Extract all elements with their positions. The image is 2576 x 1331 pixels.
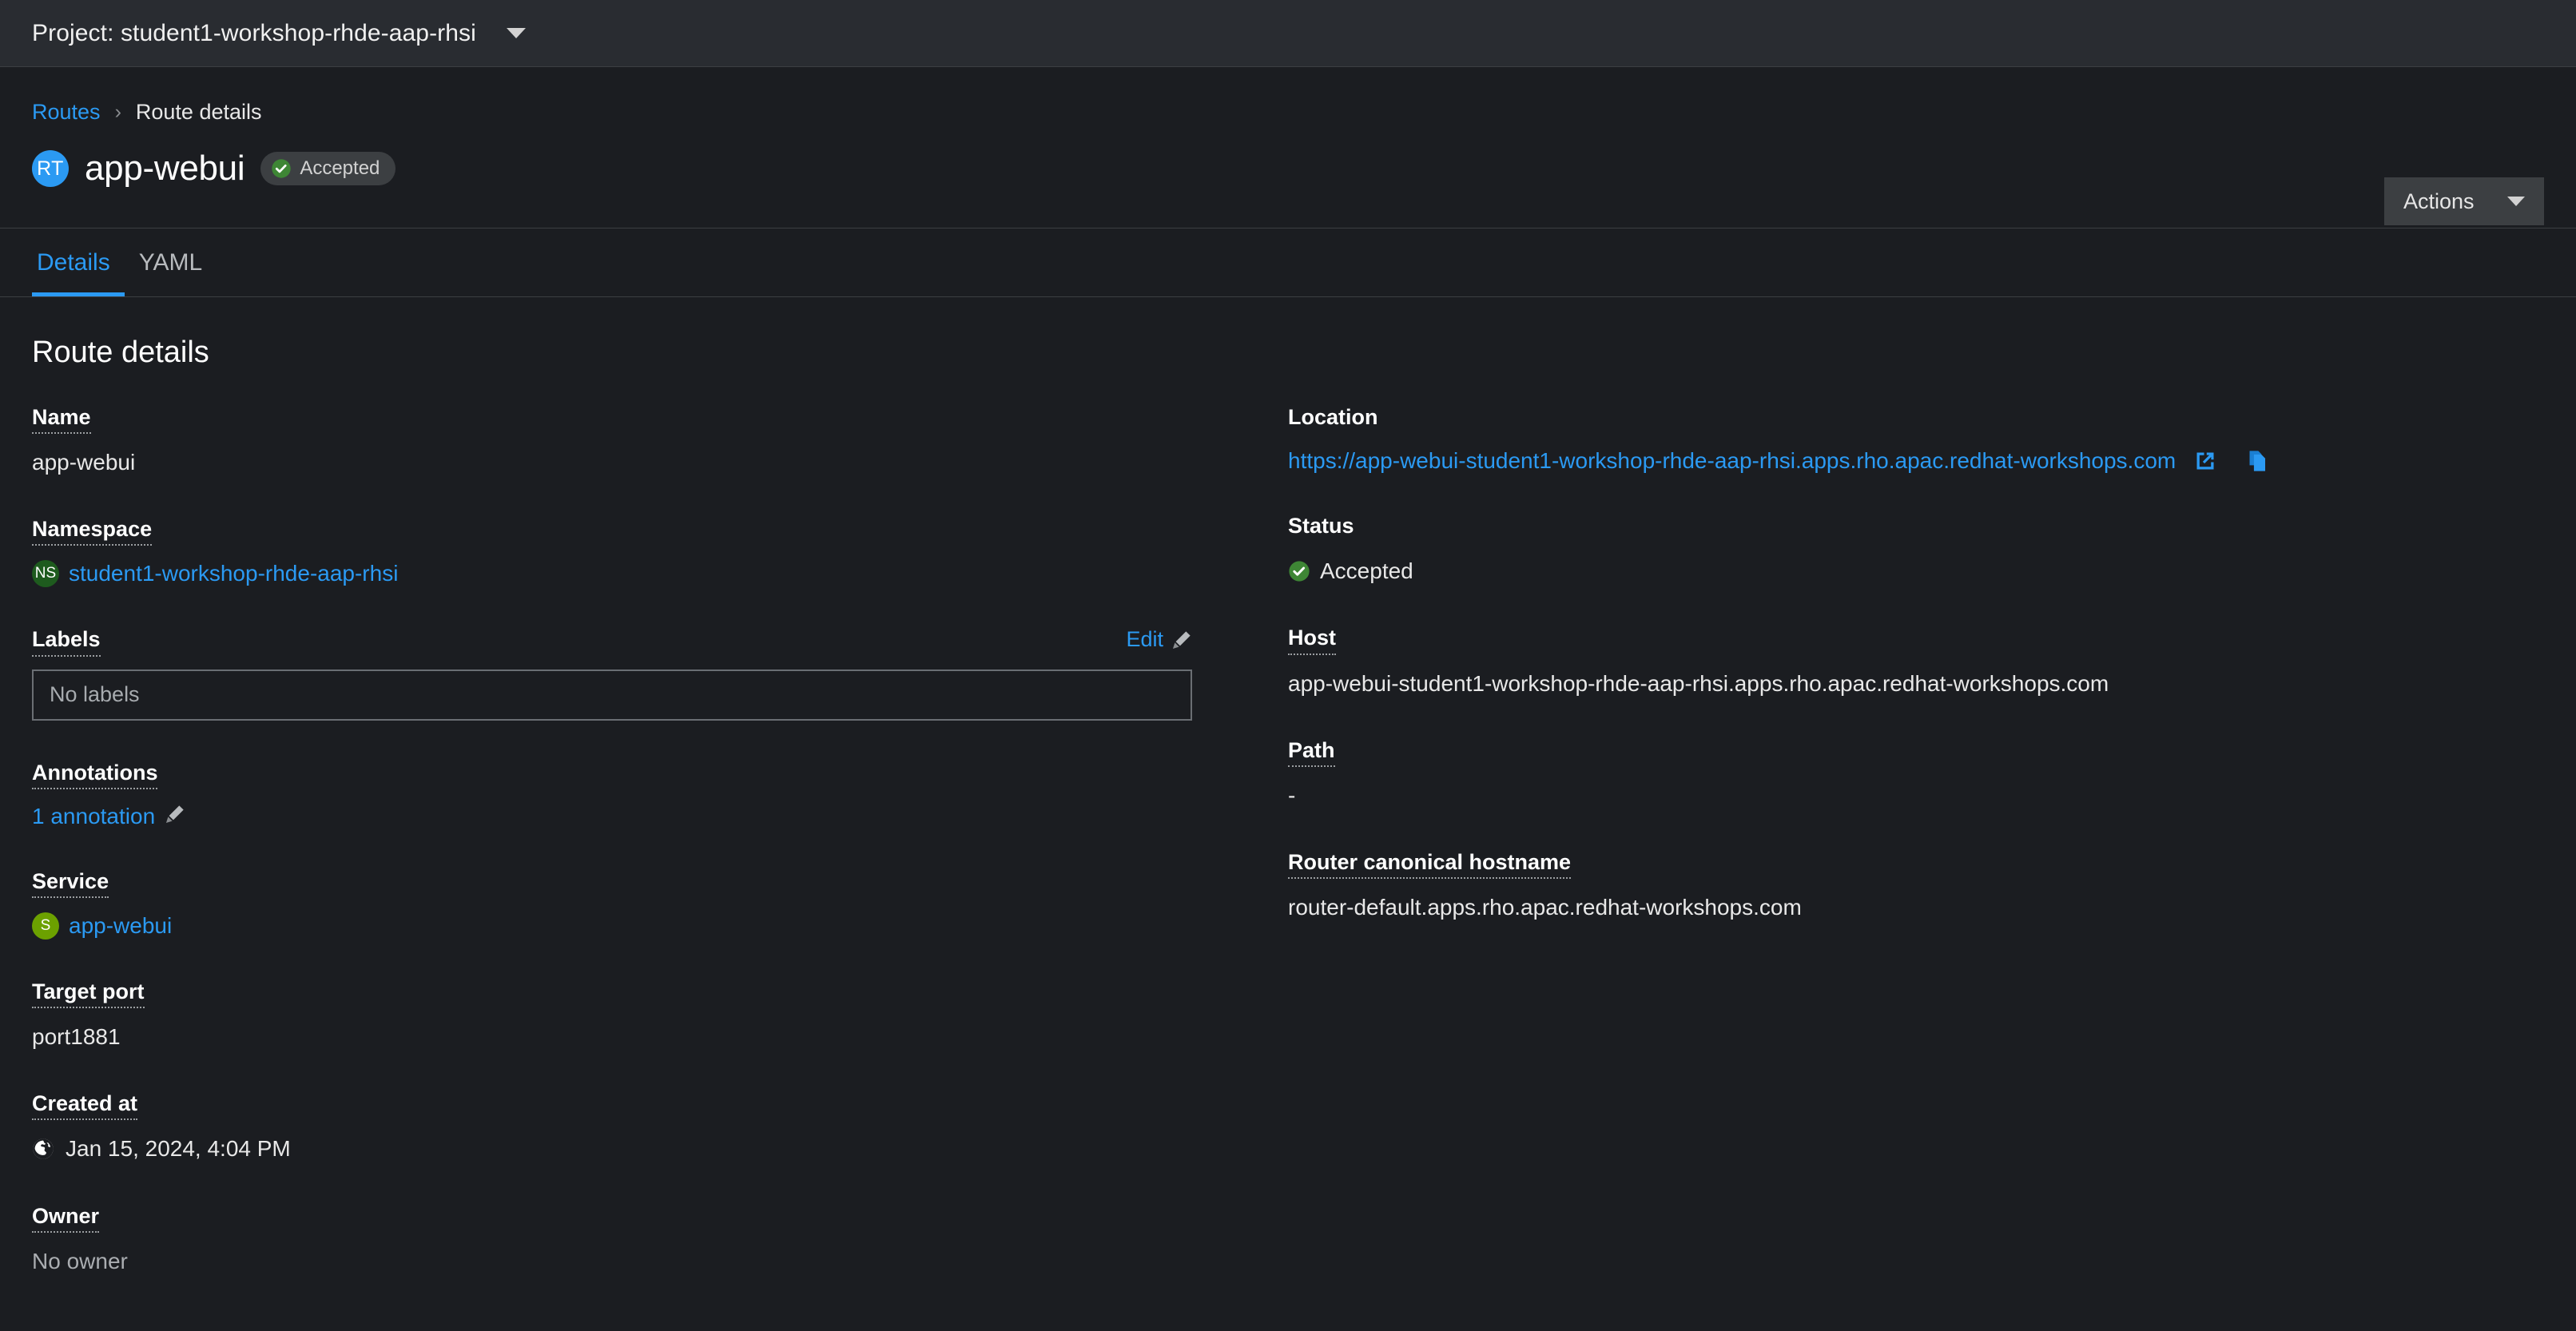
field-host: Host app-webui-student1-workshop-rhde-aa…: [1288, 626, 2512, 697]
external-link-icon[interactable]: [2193, 449, 2217, 473]
check-circle-icon: [1288, 560, 1310, 582]
breadcrumb-link-routes[interactable]: Routes: [32, 100, 101, 125]
page-title: app-webui: [85, 149, 245, 188]
namespace-badge-icon: NS: [32, 560, 59, 588]
field-created-at: Created at Jan 15, 2024, 4:04 PM: [32, 1091, 1192, 1163]
field-path-label: Path: [1288, 738, 1335, 767]
page-title-row: RT app-webui Accepted: [32, 149, 2544, 189]
field-router-canonical-hostname-label: Router canonical hostname: [1288, 850, 1572, 880]
details-columns: Name app-webui Namespace NS student1-wor…: [32, 405, 2544, 1276]
field-owner-value: No owner: [32, 1248, 128, 1273]
project-selector-label: Project: student1-workshop-rhde-aap-rhsi: [32, 19, 476, 46]
field-service-label: Service: [32, 869, 109, 898]
edit-labels-label: Edit: [1126, 627, 1163, 652]
field-annotations: Annotations 1 annotation: [32, 761, 1192, 829]
actions-button-label: Actions: [2403, 189, 2475, 213]
field-namespace-label: Namespace: [32, 517, 153, 546]
namespace-link[interactable]: student1-workshop-rhde-aap-rhsi: [69, 561, 398, 586]
service-link[interactable]: app-webui: [69, 913, 172, 939]
edit-labels-link[interactable]: Edit: [1126, 627, 1192, 652]
field-annotations-label: Annotations: [32, 761, 158, 789]
created-at-value-row: Jan 15, 2024, 4:04 PM: [32, 1134, 1192, 1163]
caret-down-icon: [2507, 197, 2525, 206]
details-content: Route details Name app-webui Namespace N…: [0, 297, 2576, 1276]
breadcrumb: Routes › Route details: [32, 67, 2544, 125]
field-owner: Owner No owner: [32, 1204, 1192, 1276]
tab-bar: Details YAML: [0, 228, 2576, 297]
tab-details[interactable]: Details: [32, 228, 125, 296]
field-name-value: app-webui: [32, 450, 136, 475]
section-title: Route details: [32, 336, 209, 369]
pencil-icon: [1171, 630, 1192, 650]
field-router-canonical-hostname-value: router-default.apps.rho.apac.redhat-work…: [1288, 895, 1802, 920]
field-router-canonical-hostname: Router canonical hostname router-default…: [1288, 850, 2512, 922]
field-location: Location https://app-webui-student1-work…: [1288, 405, 2512, 474]
status-badge-label: Accepted: [300, 157, 380, 179]
field-name: Name app-webui: [32, 405, 1192, 477]
status-value-row: Accepted: [1288, 557, 2512, 586]
annotations-count-link[interactable]: 1 annotation: [32, 804, 155, 829]
field-path: Path -: [1288, 738, 2512, 810]
labels-header-row: Labels Edit: [32, 627, 1192, 657]
service-value-row: S app-webui: [32, 912, 1192, 940]
field-location-label: Location: [1288, 405, 1378, 429]
chevron-down-icon[interactable]: [506, 28, 526, 38]
labels-empty-box[interactable]: No labels: [32, 669, 1192, 721]
breadcrumb-separator-icon: ›: [114, 101, 121, 123]
field-created-at-value: Jan 15, 2024, 4:04 PM: [66, 1136, 291, 1162]
globe-icon: [32, 1138, 54, 1160]
field-name-label: Name: [32, 405, 91, 435]
check-circle-icon: [271, 158, 292, 179]
tab-yaml-label: YAML: [138, 248, 203, 276]
field-status-value: Accepted: [1320, 558, 1413, 584]
resource-type-badge: RT: [32, 150, 69, 187]
actions-button[interactable]: Actions: [2384, 177, 2544, 225]
location-value-row: https://app-webui-student1-workshop-rhde…: [1288, 448, 2512, 474]
field-owner-label: Owner: [32, 1204, 100, 1233]
field-created-at-label: Created at: [32, 1091, 138, 1121]
field-namespace: Namespace NS student1-workshop-rhde-aap-…: [32, 517, 1192, 588]
field-path-value: -: [1288, 782, 1296, 808]
annotations-value-row: 1 annotation: [32, 804, 1192, 829]
field-target-port-value: port1881: [32, 1023, 121, 1049]
copy-icon[interactable]: [2246, 449, 2270, 473]
field-labels: Labels Edit No labels: [32, 627, 1192, 721]
field-status: Status Accepted: [1288, 514, 2512, 586]
project-bar: Project: student1-workshop-rhde-aap-rhsi: [0, 0, 2576, 67]
tab-yaml[interactable]: YAML: [125, 228, 217, 296]
namespace-value-row: NS student1-workshop-rhde-aap-rhsi: [32, 560, 1192, 588]
details-column-left: Name app-webui Namespace NS student1-wor…: [32, 405, 1288, 1276]
service-badge-icon: S: [32, 912, 59, 940]
field-status-label: Status: [1288, 514, 1354, 538]
field-labels-label: Labels: [32, 627, 101, 657]
breadcrumb-current: Route details: [135, 100, 262, 124]
field-host-value: app-webui-student1-workshop-rhde-aap-rhs…: [1288, 670, 2109, 696]
labels-empty-text: No labels: [50, 682, 140, 707]
details-column-right: Location https://app-webui-student1-work…: [1288, 405, 2544, 1276]
field-service: Service S app-webui: [32, 869, 1192, 940]
status-badge: Accepted: [260, 152, 396, 185]
pencil-icon[interactable]: [165, 804, 185, 828]
page-header: Routes › Route details RT app-webui Acce…: [0, 67, 2576, 228]
field-target-port-label: Target port: [32, 979, 145, 1008]
location-link[interactable]: https://app-webui-student1-workshop-rhde…: [1288, 448, 2176, 474]
field-host-label: Host: [1288, 626, 1336, 655]
field-target-port: Target port port1881: [32, 979, 1192, 1051]
tab-details-label: Details: [37, 248, 110, 276]
